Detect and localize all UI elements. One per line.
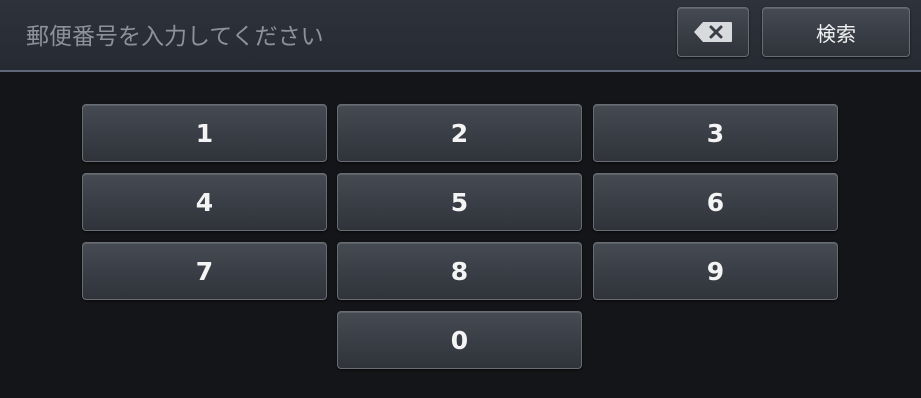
- key-8[interactable]: 8: [337, 242, 582, 300]
- key-3[interactable]: 3: [593, 104, 838, 162]
- key-5[interactable]: 5: [337, 173, 582, 231]
- key-9[interactable]: 9: [593, 242, 838, 300]
- key-7[interactable]: 7: [82, 242, 327, 300]
- key-2[interactable]: 2: [337, 104, 582, 162]
- postal-code-input[interactable]: 郵便番号を入力してください: [26, 20, 324, 54]
- postal-code-entry-screen: 郵便番号を入力してください 検索 1 2 3 4 5 6 7 8 9 0: [0, 0, 921, 398]
- key-6[interactable]: 6: [593, 173, 838, 231]
- key-0[interactable]: 0: [337, 311, 582, 369]
- input-bar: 郵便番号を入力してください 検索: [0, 0, 921, 72]
- backspace-button[interactable]: [677, 7, 749, 57]
- search-button[interactable]: 検索: [762, 7, 910, 57]
- key-4[interactable]: 4: [82, 173, 327, 231]
- key-1[interactable]: 1: [82, 104, 327, 162]
- backspace-icon: [693, 21, 733, 43]
